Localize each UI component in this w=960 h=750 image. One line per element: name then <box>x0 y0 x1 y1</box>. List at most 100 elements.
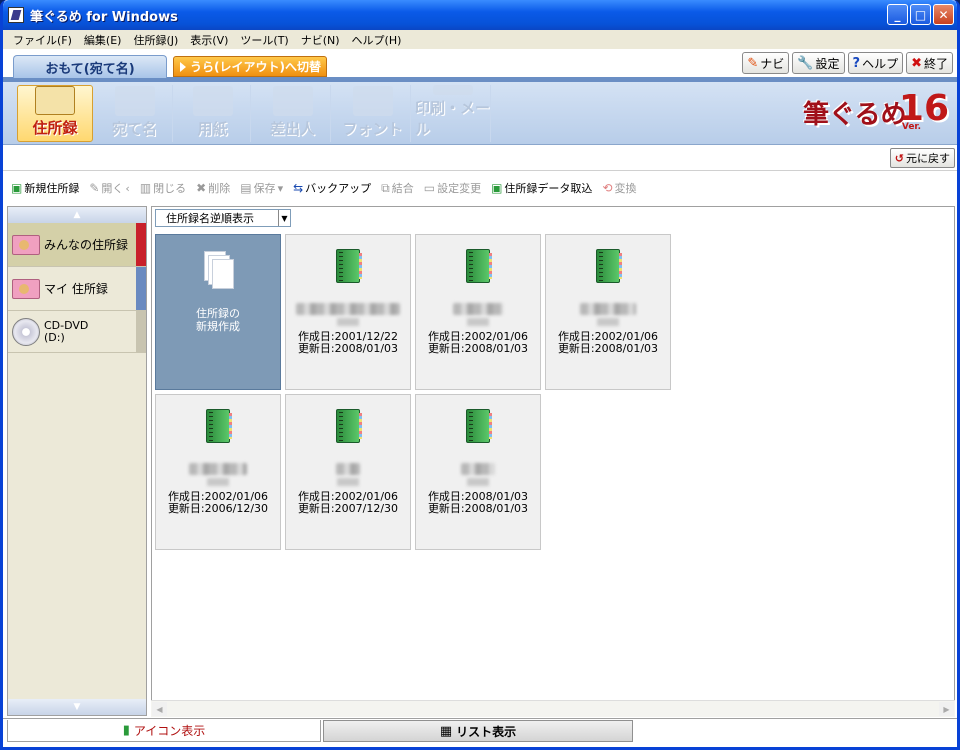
save-button[interactable]: ▤ 保存 ▾ <box>240 180 283 196</box>
book-dates: 作成日:2001/12/22 更新日:2008/01/03 <box>297 330 399 355</box>
book-name-redacted <box>337 318 359 326</box>
convert-button[interactable]: ⟲ 変換 <box>602 180 636 196</box>
import-icon: ▣ <box>491 181 503 195</box>
undo-label: 元に戻す <box>906 152 950 165</box>
navi-label: ナビ <box>760 56 785 71</box>
book-name-redacted <box>336 463 360 475</box>
backup-label: バックアップ <box>305 182 372 195</box>
book-name-redacted <box>337 478 359 486</box>
convert-icon: ⟲ <box>602 181 613 195</box>
convert-label: 変換 <box>614 182 637 195</box>
tool-print-mail[interactable]: 印刷・メール <box>415 85 491 142</box>
font-icon <box>352 86 393 116</box>
import-data-label: 住所録データ取込 <box>504 182 593 195</box>
address-book-card[interactable]: 作成日:2002/01/06 更新日:2008/01/03 <box>545 234 671 390</box>
envelope-icon <box>114 86 155 116</box>
menu-help[interactable]: ヘルプ(H) <box>346 32 408 48</box>
navi-button[interactable]: ✎ ナビ <box>742 52 790 74</box>
sort-order-select[interactable]: 住所録名逆順表示 ▼ <box>155 209 291 227</box>
logo-version: 16 <box>898 88 949 129</box>
new-address-book-card[interactable]: 住所録の 新規作成 <box>155 234 281 390</box>
icon-view-button[interactable]: ▮ アイコン表示 <box>7 720 321 742</box>
folder-people-icon <box>12 234 40 255</box>
close-book-icon: ▥ <box>139 181 152 195</box>
cd-dvd-icon <box>12 317 40 346</box>
backup-icon: ⇆ <box>293 181 304 195</box>
sidebar-item-shared-label: みんなの住所録 <box>44 238 129 252</box>
delete-icon: ✖ <box>196 181 207 195</box>
settings-button[interactable]: 🔧 設定 <box>792 52 845 74</box>
horizontal-scrollbar[interactable]: ◀ ▶ <box>151 700 955 717</box>
sidebar-item-shared[interactable]: みんなの住所録 <box>8 223 146 267</box>
merge-button[interactable]: ⧉ 結合 <box>381 180 414 196</box>
address-book-card[interactable]: 作成日:2002/01/06 更新日:2008/01/03 <box>415 234 541 390</box>
tool-recipient[interactable]: 宛て名 <box>97 85 173 142</box>
sidebar-item-cd-dvd[interactable]: CD-DVD (D:) <box>8 311 146 353</box>
address-book-card[interactable]: 作成日:2008/01/03 更新日:2008/01/03 <box>415 394 541 550</box>
address-book-icon-view: 住所録名逆順表示 ▼ 住所録の 新規作成 作成日:2001/12/22 更新日:2… <box>151 206 955 716</box>
new-book-icon: ▣ <box>11 181 23 195</box>
address-book-card[interactable]: 作成日:2002/01/06 更新日:2006/12/30 <box>155 394 281 550</box>
address-book-card[interactable]: 作成日:2002/01/06 更新日:2007/12/30 <box>285 394 411 550</box>
undo-button[interactable]: ↺ 元に戻す <box>889 148 955 168</box>
paper-icon <box>192 86 233 116</box>
open-button[interactable]: ✎ 開く ‹ <box>89 180 129 196</box>
tool-font[interactable]: フォント <box>335 85 411 142</box>
menu-address-book[interactable]: 住所録(J) <box>127 32 184 48</box>
new-address-book-label: 住所録の 新規作成 <box>196 307 240 333</box>
tool-font-label: フォント <box>342 120 403 138</box>
list-view-label: リスト表示 <box>456 724 517 739</box>
tool-sender-label: 差出人 <box>269 120 315 138</box>
scroll-left-icon[interactable]: ◀ <box>152 702 167 716</box>
tab-back-layout[interactable]: うら(レイアウト)へ切替 <box>173 56 327 77</box>
settings-change-button[interactable]: ▭ 設定変更 <box>424 180 481 196</box>
chevron-down-icon: ▼ <box>278 210 290 226</box>
minimize-button[interactable]: _ <box>887 4 908 25</box>
maximize-button[interactable]: □ <box>910 4 931 25</box>
address-book-icon <box>35 86 75 115</box>
sidebar-scroll-down[interactable]: ▼ <box>8 699 146 715</box>
close-window-button[interactable]: ✕ <box>933 4 954 25</box>
minimize-icon: _ <box>894 7 901 22</box>
title-bar[interactable]: 筆ぐるめ for Windows _ □ ✕ <box>3 0 957 30</box>
tool-address-book[interactable]: 住所録 <box>17 85 93 142</box>
scroll-right-icon[interactable]: ▶ <box>939 702 954 716</box>
book-name-redacted <box>453 303 503 315</box>
list-view-button[interactable]: ▦ リスト表示 <box>323 720 633 742</box>
book-name-redacted <box>189 463 247 475</box>
menu-edit[interactable]: 編集(E) <box>78 32 128 48</box>
open-chevron-icon: ‹ <box>125 181 130 195</box>
book-name-redacted <box>207 478 229 486</box>
undo-arrow-icon: ↺ <box>894 151 904 165</box>
address-book-icon <box>466 249 492 283</box>
folder-person-icon <box>12 278 40 299</box>
merge-label: 結合 <box>391 182 414 195</box>
app-icon[interactable] <box>8 7 24 23</box>
new-address-book-button[interactable]: ▣ 新規住所録 <box>11 180 79 196</box>
tool-paper[interactable]: 用紙 <box>175 85 251 142</box>
backup-button[interactable]: ⇆ バックアップ <box>293 180 371 196</box>
menu-file[interactable]: ファイル(F) <box>7 32 78 48</box>
delete-button[interactable]: ✖ 削除 <box>196 180 230 196</box>
menu-navi[interactable]: ナビ(N) <box>295 32 346 48</box>
sender-icon <box>272 86 313 116</box>
exit-button[interactable]: ✖ 終了 <box>906 52 953 74</box>
sidebar-item-my[interactable]: マイ 住所録 <box>8 267 146 311</box>
import-data-button[interactable]: ▣ 住所録データ取込 <box>491 180 592 196</box>
close-book-button[interactable]: ▥ 閉じる <box>140 180 186 196</box>
help-button[interactable]: ? ヘルプ <box>847 52 904 74</box>
menu-bar: ファイル(F) 編集(E) 住所録(J) 表示(V) ツール(T) ナビ(N) … <box>3 30 957 49</box>
book-dates: 作成日:2002/01/06 更新日:2006/12/30 <box>167 490 269 515</box>
menu-view[interactable]: 表示(V) <box>184 32 234 48</box>
save-dropdown-icon: ▾ <box>277 181 284 195</box>
close-book-label: 閉じる <box>153 182 187 195</box>
tool-address-book-label: 住所録 <box>32 119 78 137</box>
main-tool-bar: 住所録 宛て名 用紙 差出人 フォント 印刷・メール 筆ぐるめ Ver. 16 <box>3 82 957 145</box>
tool-recipient-label: 宛て名 <box>111 120 157 138</box>
menu-tools[interactable]: ツール(T) <box>234 32 294 48</box>
address-book-card[interactable]: 作成日:2001/12/22 更新日:2008/01/03 <box>285 234 411 390</box>
tab-front-address[interactable]: おもて(宛て名) <box>13 55 167 78</box>
sidebar-item-cd-dvd-label: CD-DVD (D:) <box>44 318 89 344</box>
sidebar-scroll-up[interactable]: ▲ <box>8 207 146 223</box>
tool-sender[interactable]: 差出人 <box>255 85 331 142</box>
